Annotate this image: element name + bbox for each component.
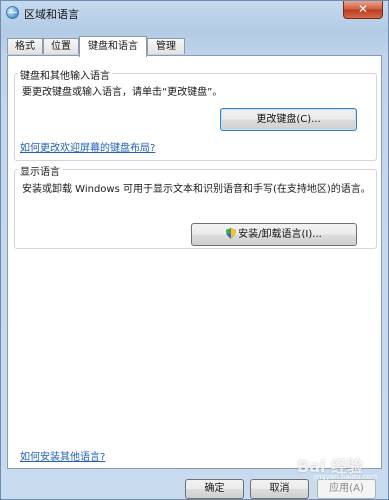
tab-formats[interactable]: 格式 bbox=[7, 38, 43, 54]
install-uninstall-languages-button[interactable]: 安装/卸载语言(I)... bbox=[191, 223, 357, 246]
display-language-heading: 显示语言 bbox=[18, 163, 62, 178]
title-bar[interactable]: 区域和语言 ✕ bbox=[1, 1, 388, 27]
baidu-watermark-url: jingyan.baidu.com bbox=[313, 473, 378, 481]
keyboards-group-heading: 键盘和其他输入语言 bbox=[18, 67, 112, 82]
tab-location[interactable]: 位置 bbox=[43, 38, 79, 54]
cancel-button[interactable]: 取消 bbox=[250, 479, 309, 499]
close-icon: ✕ bbox=[357, 2, 369, 16]
install-other-languages-link[interactable]: 如何安装其他语言? bbox=[20, 448, 105, 463]
keyboards-description: 要更改键盘或输入语言，请单击“更改键盘”。 bbox=[22, 87, 223, 98]
install-uninstall-languages-label: 安装/卸载语言(I)... bbox=[238, 229, 322, 240]
tab-panel: 键盘和其他输入语言 要更改键盘或输入语言，请单击“更改键盘”。 更改键盘(C).… bbox=[7, 55, 382, 469]
apply-button[interactable]: 应用(A) bbox=[317, 479, 376, 499]
welcome-screen-keyboard-link[interactable]: 如何更改欢迎屏幕的键盘布局? bbox=[20, 139, 155, 154]
tab-keyboards-and-languages[interactable]: 键盘和语言 bbox=[79, 36, 147, 57]
tab-administrative[interactable]: 管理 bbox=[147, 38, 185, 54]
close-button[interactable]: ✕ bbox=[343, 1, 383, 19]
change-keyboards-button[interactable]: 更改键盘(C)... bbox=[220, 108, 357, 131]
dialog-window: 区域和语言 ✕ 格式 位置 键盘和语言 管理 键盘和其他输入语言 要更改键盘或输… bbox=[0, 0, 389, 500]
globe-icon bbox=[6, 6, 19, 19]
ok-button[interactable]: 确定 bbox=[185, 479, 244, 499]
window-title: 区域和语言 bbox=[24, 8, 79, 21]
uac-shield-icon bbox=[226, 228, 237, 239]
display-language-description: 安装或卸载 Windows 可用于显示文本和识别语音和手写(在支持地区)的语言。 bbox=[22, 184, 371, 195]
